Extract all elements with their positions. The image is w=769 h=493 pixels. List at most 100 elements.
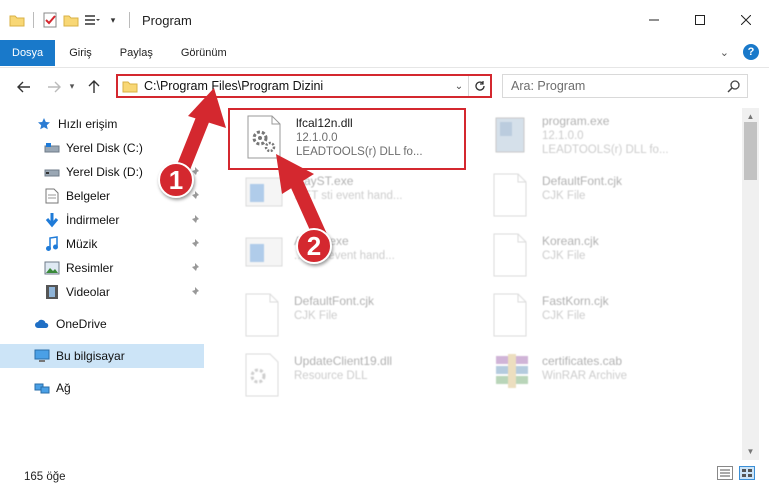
callout-badge-1: 1 [158, 162, 194, 198]
close-button[interactable] [723, 0, 769, 40]
file-name: lfcal12n.dll [296, 116, 353, 130]
sidebar-item-ag[interactable]: Ağ [0, 376, 204, 400]
scrollbar-thumb[interactable] [744, 122, 757, 180]
status-bar: 165 öğe [0, 460, 769, 493]
sidebar-item-muzik[interactable]: Müzik [0, 232, 204, 256]
file-name: DefaultFont.cjk [542, 174, 623, 188]
large-icons-view-icon[interactable] [739, 466, 755, 483]
file-name: Korean.cjk [542, 234, 599, 248]
file-item-exe[interactable]: A...ST.exe ...T sti event hand... [228, 228, 478, 288]
file-type: CJK File [294, 310, 338, 322]
sidebar-item-label: Belgeler [66, 189, 111, 203]
network-icon [34, 380, 50, 396]
pin-icon[interactable] [190, 238, 200, 252]
quick-access-toolbar: ▾ [0, 0, 134, 40]
back-button[interactable] [12, 75, 36, 99]
window-controls [631, 0, 769, 40]
file-type: WinRAR Archive [542, 370, 627, 382]
music-icon [44, 236, 60, 252]
sidebar-item-label: İndirmeler [66, 213, 120, 227]
search-input[interactable]: Ara: Program [502, 74, 748, 98]
up-button[interactable] [82, 75, 106, 99]
pictures-icon [44, 260, 60, 276]
sidebar-item-indirmeler[interactable]: İndirmeler [0, 208, 204, 232]
file-name: DefaultFont.cjk [294, 294, 375, 308]
tab-gorunum[interactable]: Görünüm [167, 40, 241, 66]
forward-button[interactable] [42, 75, 66, 99]
file-name: certificates.cab [542, 354, 623, 368]
toolbar-separator [129, 12, 130, 28]
computer-icon [34, 348, 50, 364]
vertical-scrollbar[interactable]: ▲ ▼ [742, 108, 759, 460]
minimize-button[interactable] [631, 0, 677, 40]
item-count: 165 öğe [24, 470, 66, 483]
expand-ribbon-icon[interactable]: ⌄ [720, 46, 729, 59]
callout-badge-2: 2 [296, 228, 332, 264]
videos-icon [44, 284, 60, 300]
tab-giris[interactable]: Giriş [55, 40, 106, 66]
blank-file-icon [244, 292, 286, 342]
blank-file-icon [492, 292, 534, 342]
file-type: Resource DLL [294, 370, 368, 382]
sidebar-item-videolar[interactable]: Videolar [0, 280, 204, 304]
sidebar-item-label: OneDrive [56, 317, 107, 331]
pin-icon[interactable] [190, 190, 200, 204]
properties-check-icon[interactable] [41, 11, 59, 29]
chevron-down-icon[interactable]: ▾ [104, 11, 122, 29]
star-icon [36, 116, 52, 132]
refresh-button[interactable] [468, 76, 490, 96]
blank-file-icon [492, 232, 534, 282]
sidebar-item-label: Bu bilgisayar [56, 349, 125, 363]
search-icon[interactable] [727, 79, 741, 96]
sidebar-item-label: Yerel Disk (D:) [66, 165, 143, 179]
address-dropdown-icon[interactable]: ⌄ [450, 81, 468, 92]
drive-icon [44, 140, 60, 156]
file-item-korean-cjk[interactable]: Korean.cjk CJK File [476, 228, 726, 288]
navigation-bar: ▾ C:\Program Files\Program Dizini ⌄ Ara:… [0, 67, 769, 105]
help-icon[interactable]: ? [743, 44, 759, 60]
tab-dosya[interactable]: Dosya [0, 40, 56, 66]
file-name: program.exe [542, 114, 610, 128]
file-item-exe[interactable]: ...ayST.exe ...ET sti event hand... [228, 168, 478, 228]
window-title: Program [142, 12, 192, 28]
file-version: 12.1.0.0 [542, 130, 584, 142]
winrar-icon [492, 352, 534, 402]
dll-gear-icon [244, 352, 286, 402]
scroll-down-icon[interactable]: ▼ [742, 443, 759, 460]
file-name: UpdateClient19.dll [294, 354, 393, 368]
details-view-icon[interactable] [717, 466, 733, 483]
tab-paylas[interactable]: Paylaş [106, 40, 167, 66]
customize-toolbar-icon[interactable] [83, 11, 101, 29]
sidebar-item-label: Hızlı erişim [58, 117, 118, 131]
sidebar-item-resimler[interactable]: Resimler [0, 256, 204, 280]
file-item-defaultfont-cjk[interactable]: DefaultFont.cjk CJK File [476, 168, 726, 228]
pin-icon[interactable] [190, 286, 200, 300]
documents-icon [44, 188, 60, 204]
file-type: CJK File [542, 250, 586, 262]
file-item-lfcal12n-dll[interactable]: lfcal12n.dll 12.1.0.0 LEADTOOLS(r) DLL f… [228, 108, 466, 170]
sidebar-item-bu-bilgisayar[interactable]: Bu bilgisayar [0, 344, 204, 368]
new-folder-icon[interactable] [62, 11, 80, 29]
maximize-button[interactable] [677, 0, 723, 40]
sidebar-item-label: Yerel Disk (C:) [66, 141, 143, 155]
sidebar-item-label: Videolar [66, 285, 110, 299]
ribbon-tabs: Dosya Giriş Paylaş Görünüm [0, 40, 769, 66]
pin-icon[interactable] [190, 262, 200, 276]
sidebar-item-label: Ağ [56, 381, 71, 395]
file-item-defaultfont-cjk[interactable]: DefaultFont.cjk CJK File [228, 288, 478, 348]
recent-locations-icon[interactable]: ▾ [66, 75, 78, 99]
sidebar-item-label: Müzik [66, 237, 98, 251]
search-placeholder: Ara: Program [511, 79, 586, 93]
sidebar-item-onedrive[interactable]: OneDrive [0, 312, 204, 336]
file-item-program-exe[interactable]: program.exe 12.1.0.0 LEADTOOLS(r) DLL fo… [476, 108, 726, 168]
pin-icon[interactable] [190, 214, 200, 228]
file-type: CJK File [542, 310, 586, 322]
file-item-updateclient19-dll[interactable]: UpdateClient19.dll Resource DLL [228, 348, 478, 408]
file-version: 12.1.0.0 [296, 132, 338, 144]
title-bar: ▾ Program [0, 0, 769, 40]
folder-icon[interactable] [8, 11, 26, 29]
file-item-certificates-cab[interactable]: certificates.cab WinRAR Archive [476, 348, 726, 408]
folder-icon [122, 78, 138, 94]
file-name: FastKorn.cjk [542, 294, 609, 308]
file-item-fastkorn-cjk[interactable]: FastKorn.cjk CJK File [476, 288, 726, 348]
